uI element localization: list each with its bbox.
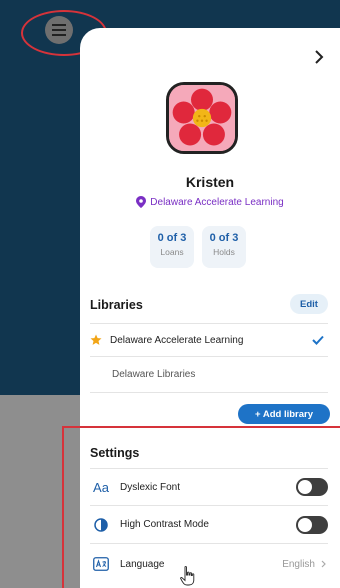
- hand-cursor-icon: [180, 566, 195, 586]
- libraries-heading: Libraries: [90, 298, 143, 312]
- library-item[interactable]: Delaware Libraries: [90, 357, 328, 393]
- holds-value: 0 of 3: [209, 232, 239, 244]
- holds-label: Holds: [213, 247, 235, 257]
- library-item[interactable]: Delaware Accelerate Learning: [90, 323, 328, 357]
- star-icon: [90, 334, 102, 346]
- add-library-button[interactable]: + Add library: [238, 404, 330, 424]
- home-library[interactable]: Delaware Accelerate Learning: [80, 196, 340, 208]
- chevron-right-icon: [315, 50, 324, 64]
- close-drawer-button[interactable]: [308, 46, 330, 68]
- library-item-label: Delaware Libraries: [112, 369, 196, 380]
- avatar[interactable]: [166, 82, 238, 154]
- user-name: Kristen: [185, 174, 235, 190]
- home-library-name: Delaware Accelerate Learning: [150, 196, 284, 208]
- edit-libraries-button[interactable]: Edit: [290, 294, 328, 314]
- location-pin-icon: [136, 196, 147, 208]
- library-item-label: Delaware Accelerate Learning: [110, 334, 244, 346]
- holds-stat[interactable]: 0 of 3 Holds: [202, 226, 246, 268]
- loans-value: 0 of 3: [157, 232, 187, 244]
- loans-label: Loans: [160, 247, 184, 257]
- loans-stat[interactable]: 0 of 3 Loans: [150, 226, 194, 268]
- loan-hold-stats: 0 of 3 Loans 0 of 3 Holds: [150, 226, 246, 268]
- annotation-box: [62, 426, 340, 588]
- flower-avatar-icon: [169, 85, 235, 151]
- checkmark-icon: [312, 335, 324, 345]
